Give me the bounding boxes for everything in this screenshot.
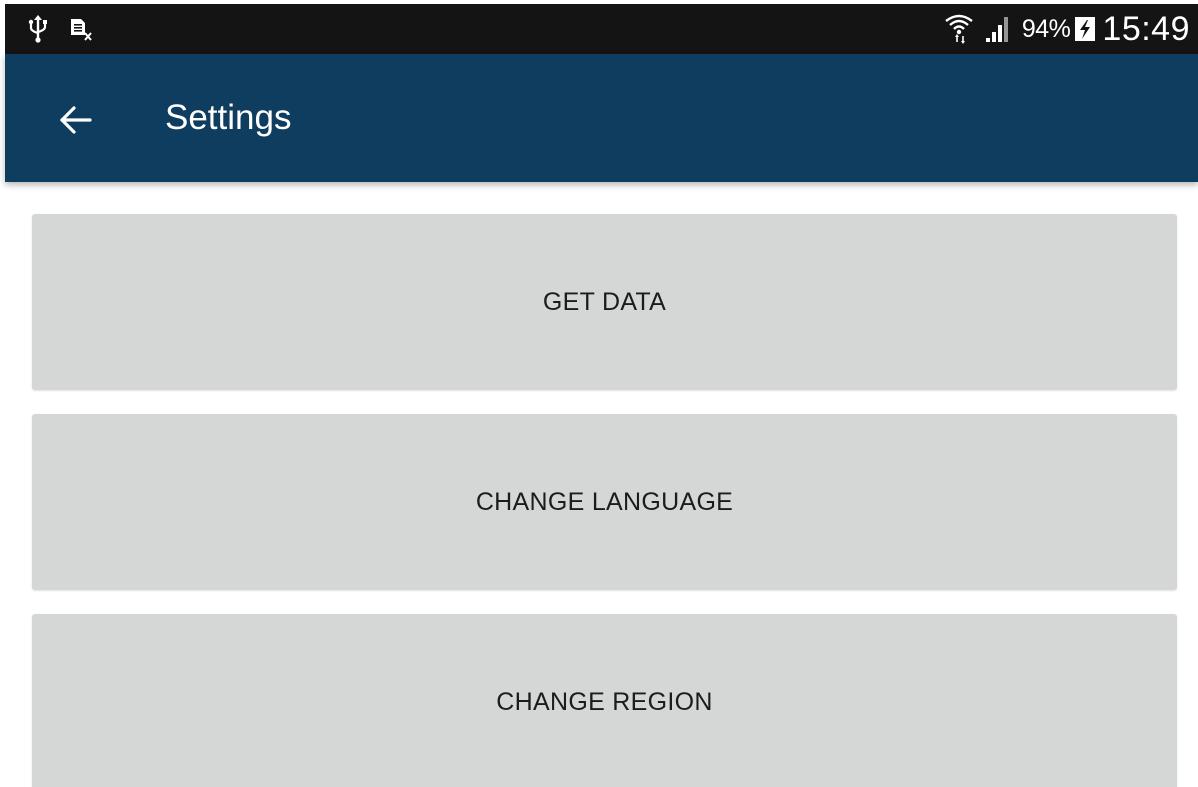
status-right-icons: 94% 15:49 [944,4,1190,54]
get-data-button[interactable]: GET DATA [32,214,1177,390]
status-left-icons [27,4,93,54]
signal-icon [984,14,1012,44]
sim-card-missing-icon [69,16,93,42]
arrow-back-icon [58,105,92,135]
page-title: Settings [165,98,292,137]
status-clock: 15:49 [1102,9,1190,48]
wifi-icon [944,12,974,46]
usb-icon [27,15,49,43]
get-data-button-label: GET DATA [542,287,667,316]
battery-charging-icon [1074,15,1096,43]
settings-screen: 94% 15:49 Settings GET DATA CHANGE LANGU… [0,0,1198,787]
change-language-button-label: CHANGE LANGUAGE [475,487,734,516]
settings-button-list: GET DATA CHANGE LANGUAGE CHANGE REGION [32,214,1177,787]
back-button[interactable] [47,92,103,148]
change-region-button-label: CHANGE REGION [496,687,713,716]
change-region-button[interactable]: CHANGE REGION [32,614,1177,787]
app-bar: Settings [5,54,1198,182]
status-bar: 94% 15:49 [5,4,1198,54]
battery-percent: 94% [1021,14,1071,43]
change-language-button[interactable]: CHANGE LANGUAGE [32,414,1177,590]
